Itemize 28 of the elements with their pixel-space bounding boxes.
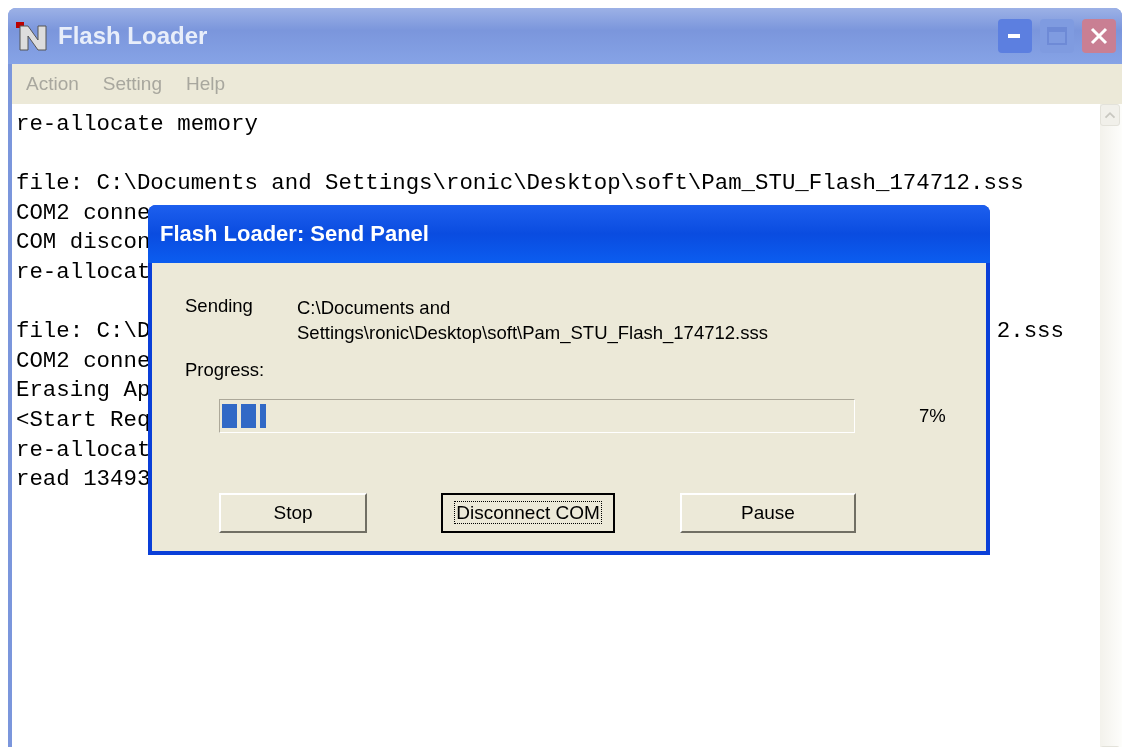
log-line: COM2 conne: [16, 198, 151, 228]
log-line: read 13493: [16, 465, 151, 495]
log-line: 2.sss: [996, 317, 1064, 347]
minimize-icon: [1008, 33, 1022, 39]
app-logo-icon: [14, 20, 50, 52]
progress-percent: 7%: [919, 405, 946, 427]
dialog-button[interactable]: Disconnect COM: [441, 493, 615, 533]
progress-label: Progress:: [185, 359, 266, 381]
log-line: Erasing Ap: [16, 376, 151, 406]
log-line: COM2 conne: [16, 346, 151, 376]
minimize-button[interactable]: [998, 19, 1032, 53]
window-title: Flash Loader: [58, 22, 209, 50]
log-line: re-allocate memory: [16, 110, 258, 139]
scrollbar[interactable]: [1100, 104, 1122, 747]
log-line: file: C:\Documents and Settings\ronic\Desktop\soft\Pam_STU_Flash_174712.sss: [16, 169, 1024, 199]
file-path: C:\Documents and Settings\ronic\Desktop\soft\Pam_STU_Flash_174712.sss: [297, 296, 769, 345]
log-line: re-allocat: [16, 435, 151, 465]
dialog-button[interactable]: Stop: [219, 493, 367, 533]
log-line: file: C:\D: [16, 317, 151, 347]
close-button[interactable]: [1082, 19, 1116, 53]
sending-label: Sending: [185, 295, 254, 318]
log-line: re-allocat: [16, 257, 151, 287]
dialog-title: Flash Loader: Send Panel: [148, 205, 990, 263]
scroll-up-icon[interactable]: [1100, 104, 1120, 126]
log-line: <Start Req: [16, 405, 151, 435]
log-line: COM discon: [16, 228, 151, 258]
close-icon: [1089, 26, 1109, 46]
dialog-button[interactable]: Pause: [680, 493, 856, 533]
